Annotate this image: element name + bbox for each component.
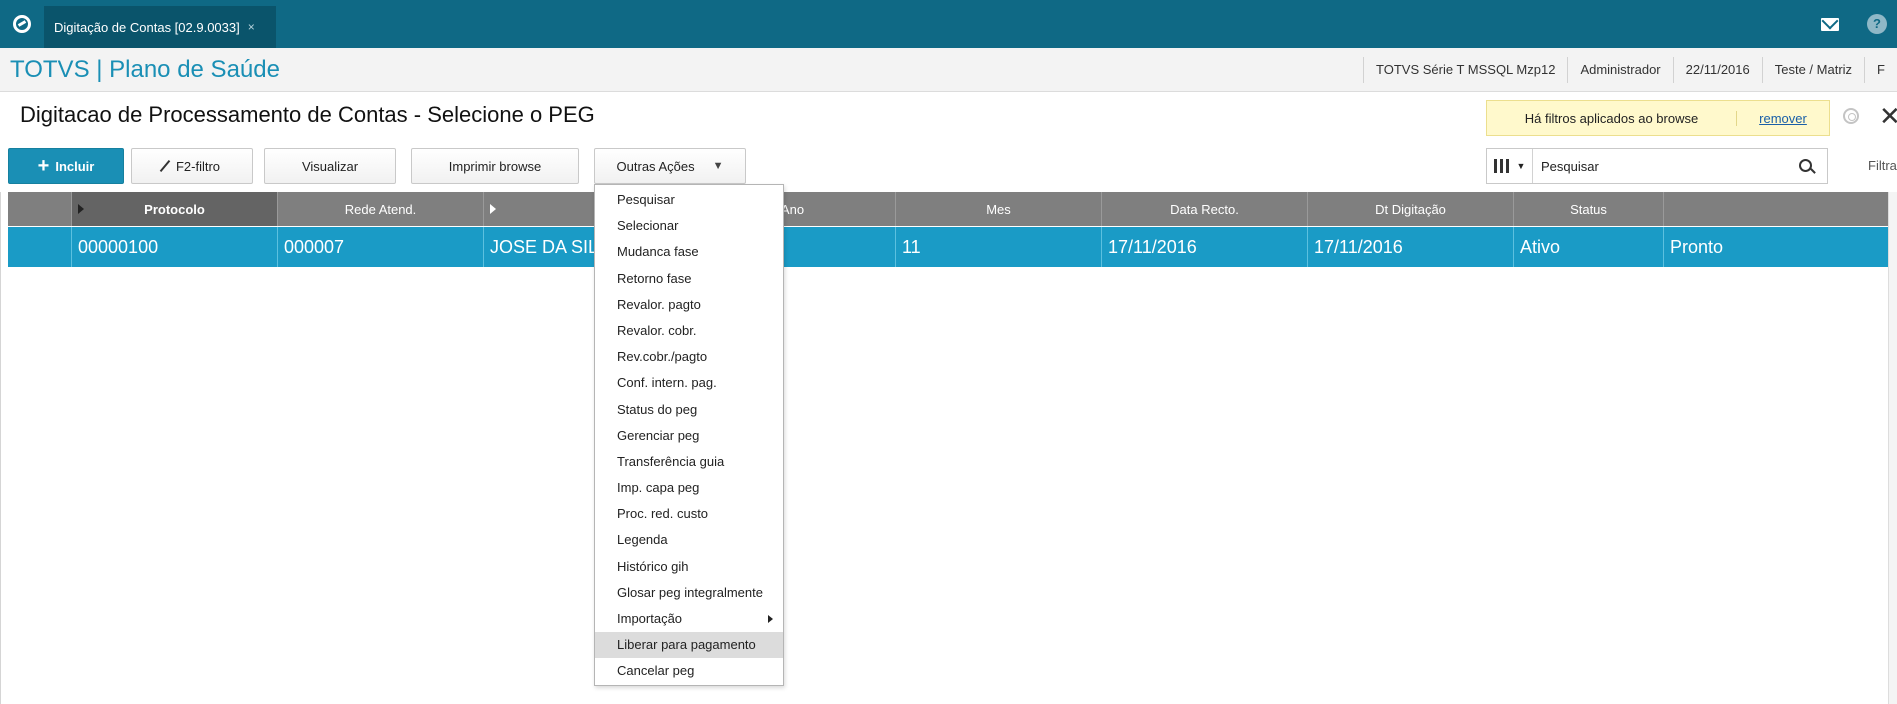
chevron-down-icon: ▼: [712, 160, 724, 172]
column-header-last[interactable]: [1664, 192, 1888, 226]
search-box: ▼: [1486, 148, 1828, 184]
menu-item-revalor-cobr[interactable]: Revalor. cobr.: [595, 318, 783, 344]
outras-acoes-label: Outras Ações: [616, 158, 695, 174]
incluir-button[interactable]: + Incluir: [8, 148, 124, 184]
column-header-dt-digitacao[interactable]: Dt Digitação: [1308, 192, 1514, 226]
column-header-status[interactable]: Status: [1514, 192, 1664, 226]
menu-item-status-do-peg[interactable]: Status do peg: [595, 397, 783, 423]
f2-filtro-button[interactable]: F2-filtro: [131, 148, 253, 184]
menu-item-rev-cobr-pagto[interactable]: Rev.cobr./pagto: [595, 344, 783, 370]
extra-label[interactable]: F: [1864, 56, 1897, 83]
f2-filtro-label: F2-filtro: [175, 158, 221, 174]
sort-arrow-icon: [78, 204, 84, 214]
plus-icon: +: [37, 155, 50, 177]
top-right-icons: ?: [1821, 0, 1897, 48]
vertical-scrollbar[interactable]: [1888, 192, 1897, 704]
top-bar: Digitação de Contas [02.9.0033] × ?: [0, 0, 1897, 48]
pencil-icon: [159, 159, 171, 173]
imprimir-browse-label: Imprimir browse: [448, 158, 542, 174]
menu-item-gerenciar-peg[interactable]: Gerenciar peg: [595, 423, 783, 449]
menu-item-retorno-fase[interactable]: Retorno fase: [595, 266, 783, 292]
branch-label[interactable]: Teste / Matriz: [1761, 56, 1864, 83]
menu-item-pesquisar[interactable]: Pesquisar: [595, 187, 783, 213]
environment-info: TOTVS Série T MSSQL Mzp12 Administrador …: [1363, 48, 1897, 91]
environment-label[interactable]: TOTVS Série T MSSQL Mzp12: [1363, 56, 1567, 83]
cell-protocolo: 00000100: [72, 227, 278, 267]
imprimir-browse-button[interactable]: Imprimir browse: [411, 148, 579, 184]
filter-notice: Há filtros aplicados ao browse remover: [1486, 100, 1830, 136]
search-input[interactable]: [1533, 149, 1783, 183]
menu-item-importacao-label: Importação: [617, 611, 683, 626]
app-header: TOTVS | Plano de Saúde TOTVS Série T MSS…: [0, 48, 1897, 92]
menu-item-liberar-pagamento[interactable]: Liberar para pagamento: [595, 632, 783, 659]
menu-item-selecionar[interactable]: Selecionar: [595, 213, 783, 239]
gear-icon[interactable]: [1843, 108, 1859, 124]
column-header-rede-atend[interactable]: Rede Atend.: [278, 192, 484, 226]
remove-filter-link[interactable]: remover: [1737, 111, 1829, 126]
visualizar-button[interactable]: Visualizar: [264, 148, 396, 184]
left-divider: [0, 192, 1, 704]
menu-item-cancelar-peg[interactable]: Cancelar peg: [595, 658, 783, 684]
column-header-protocolo[interactable]: Protocolo: [72, 192, 278, 226]
mail-icon[interactable]: [1821, 17, 1839, 31]
cell-status: Ativo: [1514, 227, 1664, 267]
cell-mes: 11: [896, 227, 1102, 267]
app-title: TOTVS | Plano de Saúde: [10, 55, 280, 83]
user-label[interactable]: Administrador: [1567, 56, 1672, 83]
tab-close-icon[interactable]: ×: [248, 20, 255, 34]
tab-digitacao-contas[interactable]: Digitação de Contas [02.9.0033] ×: [44, 6, 276, 48]
menu-item-importacao[interactable]: Importação: [595, 606, 783, 632]
row-indicator: [8, 227, 72, 267]
outras-acoes-button[interactable]: Outras Ações ▼: [594, 148, 746, 184]
tab-label: Digitação de Contas [02.9.0033]: [54, 19, 240, 35]
menu-item-imp-capa-peg[interactable]: Imp. capa peg: [595, 475, 783, 501]
submenu-arrow-icon: [768, 615, 773, 623]
close-icon[interactable]: ✕: [1879, 101, 1897, 131]
column-header-mes[interactable]: Mes: [896, 192, 1102, 226]
menu-item-legenda[interactable]: Legenda: [595, 527, 783, 553]
menu-item-mudanca-fase[interactable]: Mudanca fase: [595, 239, 783, 265]
totvs-logo-icon[interactable]: [0, 0, 44, 48]
cell-rede-atend: 000007: [278, 227, 484, 267]
menu-item-historico-gih[interactable]: Histórico gih: [595, 554, 783, 580]
menu-item-proc-red-custo[interactable]: Proc. red. custo: [595, 501, 783, 527]
page-title: Digitacao de Processamento de Contas - S…: [20, 102, 595, 127]
filtrar-label[interactable]: Filtra: [1868, 158, 1897, 173]
menu-item-revalor-pagto[interactable]: Revalor. pagto: [595, 292, 783, 318]
cell-data-recto: 17/11/2016: [1102, 227, 1308, 267]
cell-situacao: Pronto: [1670, 236, 1724, 257]
menu-item-conf-intern-pag[interactable]: Conf. intern. pag.: [595, 370, 783, 396]
expand-arrow-icon: [490, 204, 496, 214]
filter-notice-text: Há filtros aplicados ao browse: [1487, 110, 1737, 126]
row-indicator-header: [8, 192, 72, 226]
cell-dt-digitacao: 17/11/2016: [1308, 227, 1514, 267]
incluir-label: Incluir: [55, 158, 95, 174]
help-icon[interactable]: ?: [1867, 14, 1887, 34]
date-label[interactable]: 22/11/2016: [1672, 56, 1762, 83]
visualizar-label: Visualizar: [301, 158, 359, 174]
columns-icon[interactable]: ▼: [1487, 149, 1533, 183]
grid-header: Protocolo Rede Atend. Ano Mes Data Recto…: [8, 192, 1888, 226]
table-row[interactable]: 00000100 000007 JOSE DA SILV 2016 11 17/…: [8, 227, 1888, 267]
menu-item-transferencia-guia[interactable]: Transferência guia: [595, 449, 783, 475]
outras-acoes-menu: Pesquisar Selecionar Mudanca fase Retorn…: [594, 184, 784, 686]
column-header-data-recto[interactable]: Data Recto.: [1102, 192, 1308, 226]
search-icon[interactable]: [1783, 149, 1827, 183]
menu-item-glosar-peg[interactable]: Glosar peg integralmente: [595, 580, 783, 606]
